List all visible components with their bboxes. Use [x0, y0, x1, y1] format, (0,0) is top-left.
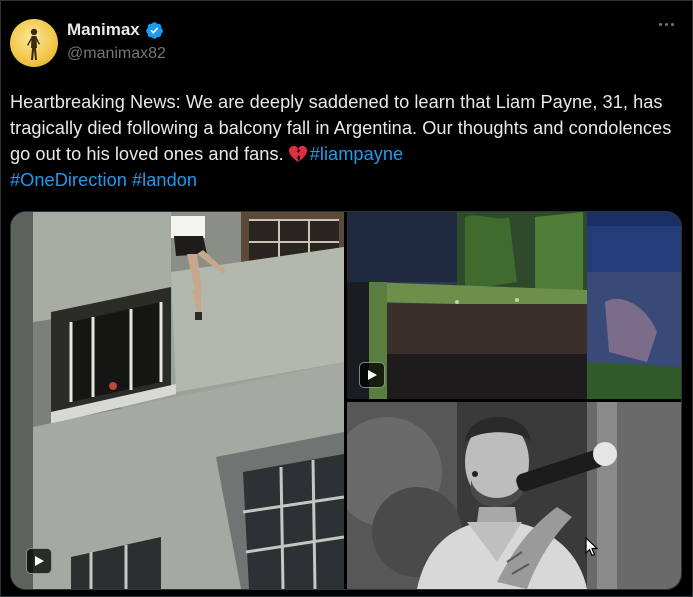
balcony-garden-video[interactable]	[347, 212, 681, 399]
author-handle[interactable]: @manimax82	[67, 45, 166, 63]
verified-badge-icon[interactable]	[145, 21, 164, 40]
hashtag-onedirection[interactable]: #OneDirection	[10, 170, 127, 190]
author-name-row: Manimax	[67, 20, 164, 40]
broken-heart-icon	[288, 145, 307, 163]
avatar-figure-icon	[27, 28, 40, 60]
author-name[interactable]: Manimax	[67, 20, 140, 40]
author-avatar[interactable]	[10, 19, 58, 67]
more-options-icon[interactable]	[659, 23, 674, 26]
media-grid	[10, 211, 682, 590]
play-icon[interactable]	[26, 548, 52, 574]
hashtag-landon[interactable]: #landon	[132, 170, 197, 190]
tweet-card: Manimax @manimax82 Heartbreaking News: W…	[0, 0, 693, 597]
tweet-text: Heartbreaking News: We are deeply sadden…	[10, 89, 682, 193]
play-icon[interactable]	[359, 362, 385, 388]
hashtag-liampayne[interactable]: #liampayne	[310, 144, 404, 164]
building-fall-video[interactable]	[11, 212, 344, 589]
singer-microphone-photo[interactable]	[347, 402, 681, 589]
mouse-cursor-icon	[585, 537, 599, 557]
